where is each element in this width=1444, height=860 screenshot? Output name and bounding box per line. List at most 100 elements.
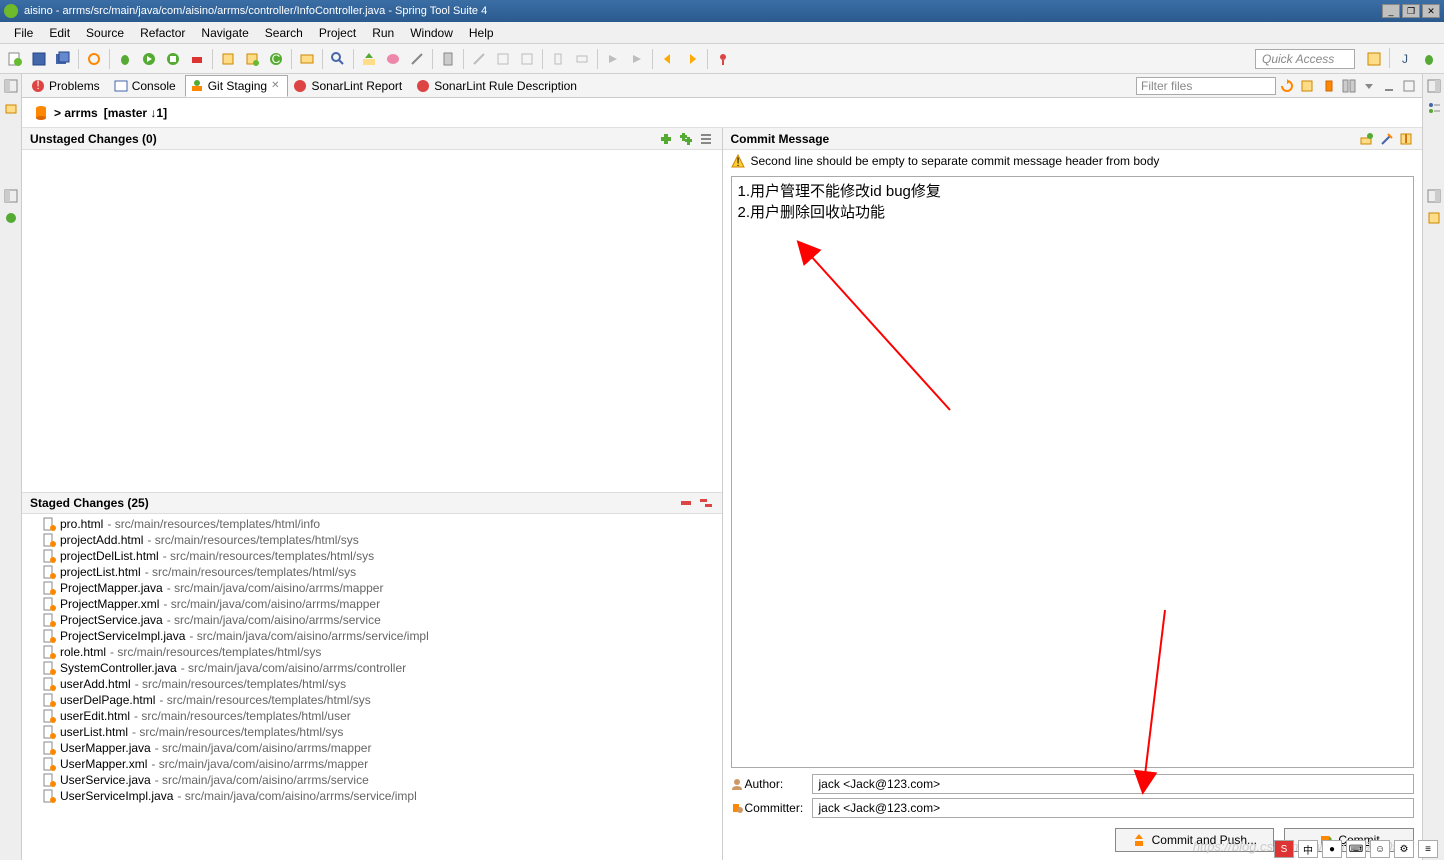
minimize-button[interactable]: _ [1382,4,1400,18]
wand-icon[interactable] [406,48,428,70]
minimize-view-icon[interactable] [1380,77,1398,95]
staged-file[interactable]: SystemController.java - src/main/java/co… [22,660,722,676]
staged-file[interactable]: ProjectServiceImpl.java - src/main/java/… [22,628,722,644]
ime-b1-icon[interactable]: ⌨ [1346,840,1366,858]
open-perspective-icon[interactable] [1363,48,1385,70]
menu-refactor[interactable]: Refactor [132,24,193,42]
other-view-icon[interactable] [1426,210,1442,226]
unstaged-list[interactable] [22,150,722,492]
ime-b3-icon[interactable]: ⚙ [1394,840,1414,858]
tab-problems[interactable]: ! Problems [26,75,109,97]
new-package-icon[interactable] [241,48,263,70]
staged-file[interactable]: projectList.html - src/main/resources/te… [22,564,722,580]
menu-help[interactable]: Help [461,24,502,42]
external-tools-icon[interactable] [186,48,208,70]
palette-icon[interactable] [382,48,404,70]
coverage-icon[interactable] [162,48,184,70]
forward-icon[interactable] [681,48,703,70]
staged-file[interactable]: UserMapper.xml - src/main/java/com/aisin… [22,756,722,772]
view-menu-icon[interactable] [1360,77,1378,95]
boot-dash-icon[interactable] [3,210,19,226]
staged-file[interactable]: ProjectService.java - src/main/java/com/… [22,612,722,628]
step2-icon[interactable] [626,48,648,70]
presentation-icon[interactable] [698,131,714,147]
restore-left-icon[interactable] [3,78,19,94]
commit-message-textarea[interactable]: 1.用户管理不能修改id bug修复 2.用户删除回收站功能 [731,176,1415,768]
run-icon[interactable] [138,48,160,70]
saveall-icon[interactable] [52,48,74,70]
edit3-icon[interactable] [516,48,538,70]
restore-right-icon[interactable] [1426,78,1442,94]
staged-file[interactable]: userEdit.html - src/main/resources/templ… [22,708,722,724]
staged-file[interactable]: UserServiceImpl.java - src/main/java/com… [22,788,722,804]
conn-icon[interactable] [437,48,459,70]
save-icon[interactable] [28,48,50,70]
author-input[interactable]: jack <Jack@123.com> [812,774,1415,794]
staged-file[interactable]: userList.html - src/main/resources/templ… [22,724,722,740]
menu-navigate[interactable]: Navigate [193,24,256,42]
package-explorer-icon[interactable] [3,100,19,116]
staged-file[interactable]: UserMapper.java - src/main/java/com/aisi… [22,740,722,756]
restore-button[interactable]: ❐ [1402,4,1420,18]
signoff-icon[interactable] [1378,131,1394,147]
debug-icon[interactable] [114,48,136,70]
relaunch-icon[interactable] [83,48,105,70]
ime-b4-icon[interactable]: ≡ [1418,840,1438,858]
menu-project[interactable]: Project [311,24,364,42]
layout-icon[interactable] [1340,77,1358,95]
step1-icon[interactable] [602,48,624,70]
tb1-icon[interactable] [547,48,569,70]
staged-file[interactable]: projectAdd.html - src/main/resources/tem… [22,532,722,548]
java-perspective-icon[interactable]: J [1394,48,1416,70]
menu-file[interactable]: File [6,24,41,42]
unstage-selected-icon[interactable] [678,495,694,511]
menu-edit[interactable]: Edit [41,24,78,42]
amend-icon[interactable] [1358,131,1374,147]
import-icon[interactable] [358,48,380,70]
maximize-view-icon[interactable] [1400,77,1418,95]
new-icon[interactable] [4,48,26,70]
add-selected-icon[interactable] [658,131,674,147]
restore-right2-icon[interactable] [1426,188,1442,204]
close-tab-icon[interactable]: ✕ [271,80,279,91]
staged-file[interactable]: userDelPage.html - src/main/resources/te… [22,692,722,708]
repo-icon[interactable] [1320,77,1338,95]
tab-git-staging[interactable]: Git Staging ✕ [185,75,289,97]
unstage-all-icon[interactable] [698,495,714,511]
tab-sonarlint-rule[interactable]: SonarLint Rule Description [411,75,586,97]
back-icon[interactable] [657,48,679,70]
search-icon[interactable] [327,48,349,70]
committer-input[interactable]: jack <Jack@123.com> [812,798,1415,818]
staged-list[interactable]: pro.html - src/main/resources/templates/… [22,514,722,860]
staged-file[interactable]: UserService.java - src/main/java/com/ais… [22,772,722,788]
edit2-icon[interactable] [492,48,514,70]
ime-b2-icon[interactable]: ☺ [1370,840,1390,858]
open-type-icon[interactable] [296,48,318,70]
new-class-icon[interactable]: C [265,48,287,70]
filter-files-input[interactable]: Filter files [1136,77,1276,95]
changeid-icon[interactable]: I [1398,131,1414,147]
close-button[interactable]: ✕ [1422,4,1440,18]
staged-file[interactable]: pro.html - src/main/resources/templates/… [22,516,722,532]
add-all-icon[interactable] [678,131,694,147]
ime-sogou-icon[interactable]: S [1274,840,1294,858]
ime-punct-icon[interactable]: ● [1322,840,1342,858]
restore-left2-icon[interactable] [3,188,19,204]
pin-icon[interactable] [712,48,734,70]
refresh-icon[interactable] [1278,77,1296,95]
quick-access-input[interactable]: Quick Access [1255,49,1355,69]
menu-run[interactable]: Run [364,24,402,42]
menu-window[interactable]: Window [402,24,461,42]
ime-zh-icon[interactable]: 中 [1298,840,1318,858]
menu-search[interactable]: Search [257,24,311,42]
staged-file[interactable]: ProjectMapper.java - src/main/java/com/a… [22,580,722,596]
tb2-icon[interactable] [571,48,593,70]
staged-file[interactable]: userAdd.html - src/main/resources/templa… [22,676,722,692]
debug-perspective-icon[interactable] [1418,48,1440,70]
edit1-icon[interactable] [468,48,490,70]
link-icon[interactable] [1298,77,1316,95]
menu-source[interactable]: Source [78,24,132,42]
staged-file[interactable]: projectDelList.html - src/main/resources… [22,548,722,564]
tab-console[interactable]: Console [109,75,185,97]
outline-icon[interactable] [1426,100,1442,116]
